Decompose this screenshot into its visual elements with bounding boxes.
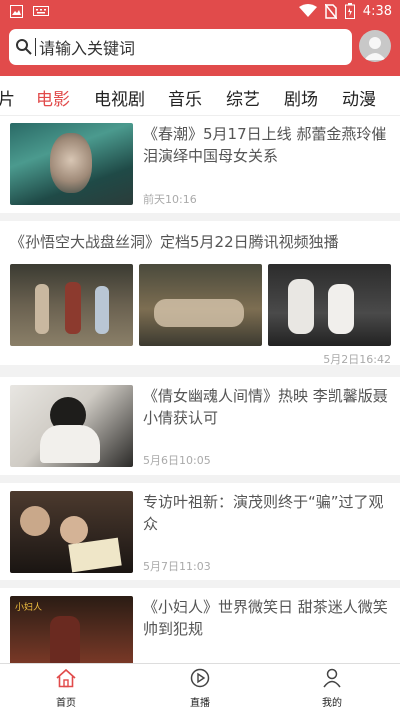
news-list: 《春潮》5月17日上线 郝蕾金燕玲催泪演绎中国母女关系 前天10:16 《孙悟空… [0, 116, 400, 663]
category-tabs: 片 电影 电视剧 音乐 综艺 剧场 动漫 [0, 76, 400, 116]
nav-home-label: 首页 [56, 698, 76, 709]
header: 请输入关键词 [0, 24, 400, 76]
article-time: 5月6日10:05 [143, 454, 211, 467]
tab-variety[interactable]: 综艺 [226, 85, 260, 110]
list-item[interactable]: 专访叶祖新：演茂则终于“骗”过了观众 5月7日11:03 [0, 483, 400, 580]
nav-home[interactable]: 首页 [36, 668, 96, 709]
play-icon [190, 668, 210, 688]
keyboard-icon [33, 6, 49, 16]
article-thumbnail [139, 264, 262, 346]
article-time: 5月7日11:03 [143, 560, 211, 573]
list-item[interactable]: 小妇人 《小妇人》世界微笑日 甜茶迷人微笑帅到犯规 [0, 588, 400, 663]
article-title: 《小妇人》世界微笑日 甜茶迷人微笑帅到犯规 [143, 598, 388, 638]
nav-profile[interactable]: 我的 [302, 668, 362, 709]
battery-icon [344, 3, 355, 19]
article-title: 《春潮》5月17日上线 郝蕾金燕玲催泪演绎中国母女关系 [143, 125, 387, 165]
tab-partial[interactable]: 片 [0, 85, 15, 110]
article-time: 前天10:16 [143, 193, 197, 206]
article-time: 5月2日16:42 [323, 353, 391, 366]
article-title: 《倩女幽魂人间情》热映 李凯馨版聂小倩获认可 [143, 387, 388, 427]
tab-movie[interactable]: 电影 [36, 85, 70, 110]
status-bar: 4:38 [0, 0, 400, 24]
article-thumbnail [10, 123, 133, 205]
nav-live-label: 直播 [190, 698, 210, 709]
tab-music[interactable]: 音乐 [168, 85, 202, 110]
article-thumbnail [268, 264, 391, 346]
article-thumbnail [10, 264, 133, 346]
article-title: 专访叶祖新：演茂则终于“骗”过了观众 [143, 493, 384, 533]
bottom-nav: 首页 直播 我的 [0, 663, 400, 711]
image-icon [10, 5, 23, 18]
avatar[interactable] [359, 30, 391, 62]
tab-theater[interactable]: 剧场 [284, 85, 318, 110]
list-item[interactable]: 《春潮》5月17日上线 郝蕾金燕玲催泪演绎中国母女关系 前天10:16 [0, 116, 400, 213]
search-placeholder: 请输入关键词 [39, 39, 136, 58]
article-thumbnail [10, 385, 133, 467]
search-input[interactable]: 请输入关键词 [9, 29, 352, 65]
list-item[interactable]: 《孙悟空大战盘丝洞》定档5月22日腾讯视频独播 5月2日16:42 [0, 221, 400, 366]
article-thumbnail: 小妇人 [10, 596, 133, 663]
no-sim-icon [324, 3, 337, 19]
article-title: 《孙悟空大战盘丝洞》定档5月22日腾讯视频独播 [10, 233, 339, 251]
search-icon [16, 39, 32, 55]
status-time: 4:38 [362, 3, 392, 19]
user-icon [323, 668, 341, 688]
avatar-icon [364, 37, 386, 60]
list-item[interactable]: 《倩女幽魂人间情》热映 李凯馨版聂小倩获认可 5月6日10:05 [0, 377, 400, 475]
wifi-icon [298, 4, 317, 17]
nav-profile-label: 我的 [322, 698, 342, 709]
tab-anime[interactable]: 动漫 [342, 85, 376, 110]
home-icon [56, 668, 76, 688]
tab-tv-series[interactable]: 电视剧 [94, 85, 145, 110]
nav-live[interactable]: 直播 [170, 668, 230, 709]
article-thumbnail [10, 491, 133, 573]
